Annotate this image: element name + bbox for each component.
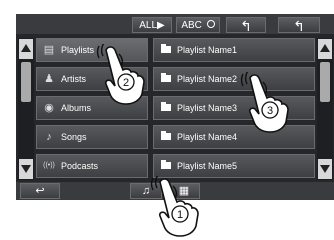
category-label: Songs: [61, 132, 87, 142]
playlist-item-5[interactable]: Playlist Name5: [153, 154, 315, 178]
folder-icon: [161, 160, 171, 169]
category-label: Artists: [61, 74, 87, 84]
return-button[interactable]: ↩: [20, 183, 60, 199]
music-note-icon: ♫: [141, 185, 151, 197]
right-scrollbar[interactable]: [317, 38, 333, 180]
right-scroll-up-arrow-icon[interactable]: [318, 39, 332, 59]
album-icon: ◉: [44, 102, 54, 114]
category-podcasts[interactable]: ((•)) Podcasts: [36, 154, 148, 178]
folder-icon: [161, 44, 171, 53]
right-scroll-down-arrow-icon[interactable]: [318, 159, 332, 179]
top-return-icon: ↰: [293, 18, 305, 34]
item-label: Playlist Name4: [177, 132, 238, 142]
category-label: Podcasts: [61, 161, 99, 171]
up-level-button[interactable]: ↰: [226, 17, 266, 34]
category-label: Albums: [61, 103, 92, 113]
left-scroll-thumb[interactable]: [21, 62, 31, 102]
all-button[interactable]: ALL▶: [132, 17, 172, 33]
left-scrollbar[interactable]: [18, 38, 34, 180]
category-label: Playlists: [61, 45, 95, 55]
search-icon: [206, 20, 215, 29]
callout-1-label: 1: [177, 209, 183, 221]
hand-pointer-icon-3: 3: [240, 72, 289, 133]
hand-pointer-icon-2: 2: [96, 44, 145, 105]
all-button-label: ALL▶: [139, 20, 165, 31]
callout-3-label: 3: [267, 105, 273, 117]
hand-pointer-icon-1: 1: [150, 176, 199, 237]
up-level-icon: ↰: [240, 18, 252, 34]
left-scroll-down-arrow-icon[interactable]: [19, 159, 33, 179]
folder-icon: [161, 73, 171, 82]
item-label: Playlist Name1: [177, 45, 238, 55]
podcast-icon: ((•)): [43, 162, 55, 169]
artist-icon: ♟: [44, 73, 54, 85]
item-label: Playlist Name5: [177, 161, 238, 171]
top-toolbar: ALL▶ ABC ↰ ↰: [16, 14, 334, 34]
folder-icon: [161, 131, 171, 140]
item-label: Playlist Name2: [177, 74, 238, 84]
left-scroll-up-arrow-icon[interactable]: [19, 39, 33, 59]
top-return-button[interactable]: ↰: [278, 17, 320, 34]
playlist-item-1[interactable]: Playlist Name1: [153, 38, 315, 62]
folder-icon: [161, 102, 171, 111]
item-label: Playlist Name3: [177, 103, 238, 113]
abc-search-button[interactable]: ABC: [176, 17, 220, 33]
song-icon: ♪: [46, 131, 52, 143]
playlist-icon: ▤: [43, 44, 55, 56]
callout-2-label: 2: [123, 77, 129, 89]
category-songs[interactable]: ♪ Songs: [36, 125, 148, 149]
return-icon: ↩: [35, 185, 45, 197]
right-scroll-thumb[interactable]: [320, 62, 330, 102]
abc-label: ABC: [181, 20, 202, 31]
